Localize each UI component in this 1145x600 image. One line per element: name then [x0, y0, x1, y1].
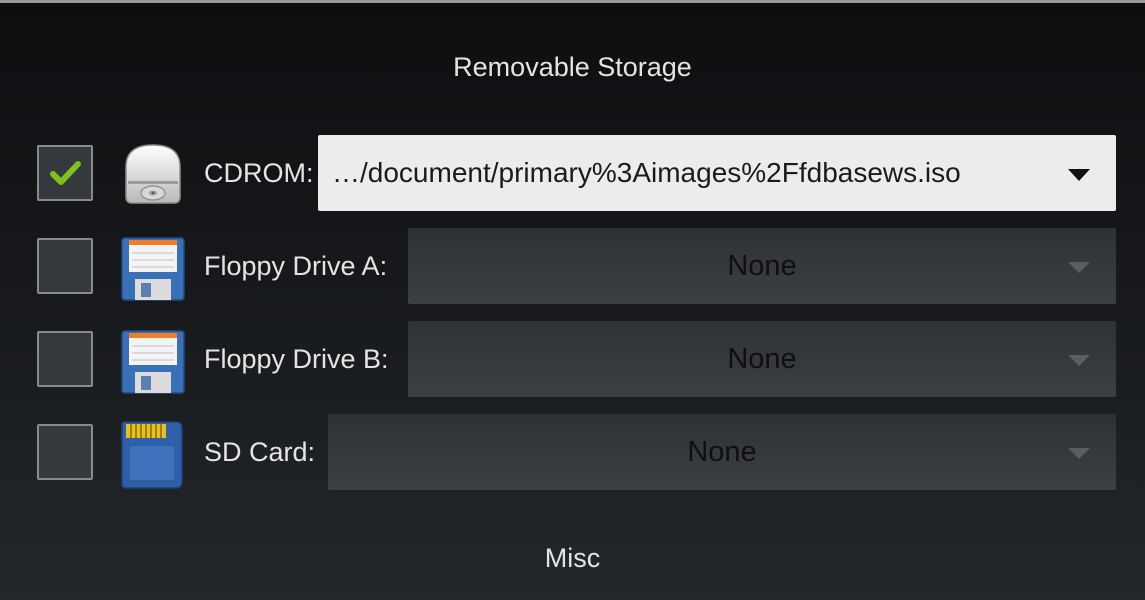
- floppy-b-dropdown[interactable]: None: [408, 321, 1116, 397]
- floppy-a-row: Floppy Drive A: None: [0, 226, 1145, 306]
- sd-card-label: SD Card:: [204, 437, 316, 467]
- cdrom-label: CDROM:: [204, 158, 314, 188]
- chevron-down-icon: [1068, 262, 1090, 273]
- top-divider: [0, 0, 1145, 3]
- sd-card-checkbox[interactable]: [37, 424, 93, 480]
- floppy-a-dropdown[interactable]: None: [408, 228, 1116, 304]
- floppy-b-label: Floppy Drive B:: [204, 344, 389, 374]
- floppy-disk-icon: [121, 237, 185, 301]
- chevron-down-icon: [1068, 169, 1090, 181]
- floppy-b-selected-value: None: [727, 343, 797, 375]
- floppy-disk-icon: [121, 330, 185, 394]
- cdrom-selected-value: …/document/primary%3Aimages%2Ffdbasews.i…: [332, 157, 961, 188]
- cdrom-checkbox[interactable]: [37, 145, 93, 201]
- cdrom-image-dropdown[interactable]: …/document/primary%3Aimages%2Ffdbasews.i…: [318, 135, 1116, 211]
- chevron-down-icon: [1068, 355, 1090, 366]
- cdrom-row: CDROM: …/document/primary%3Aimages%2Ffdb…: [0, 133, 1145, 213]
- sd-card-row: SD Card: None: [0, 412, 1145, 492]
- check-icon: [50, 161, 81, 185]
- floppy-b-row: Floppy Drive B: None: [0, 319, 1145, 399]
- sd-card-selected-value: None: [687, 436, 757, 468]
- cdrom-drive-icon: [125, 144, 181, 204]
- misc-title: Misc: [544, 543, 601, 573]
- floppy-a-selected-value: None: [727, 250, 797, 282]
- sd-card-icon: [121, 421, 183, 489]
- removable-storage-title: Removable Storage: [453, 52, 692, 82]
- sd-card-dropdown[interactable]: None: [328, 414, 1116, 490]
- floppy-b-checkbox[interactable]: [37, 331, 93, 387]
- chevron-down-icon: [1068, 448, 1090, 459]
- floppy-a-checkbox[interactable]: [37, 238, 93, 294]
- floppy-a-label: Floppy Drive A:: [204, 251, 388, 281]
